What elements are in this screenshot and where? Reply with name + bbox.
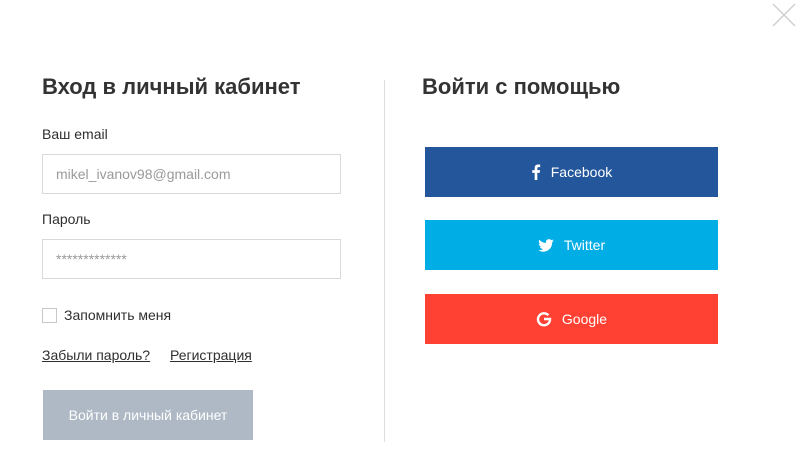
remember-checkbox[interactable] bbox=[42, 307, 57, 323]
login-submit-button[interactable]: Войти в личный кабинет bbox=[43, 390, 253, 440]
remember-label: Запомнить меня bbox=[64, 307, 172, 323]
close-icon bbox=[772, 3, 796, 27]
facebook-label: Facebook bbox=[550, 164, 613, 180]
close-button[interactable] bbox=[771, 2, 797, 28]
register-link[interactable]: Регистрация bbox=[170, 347, 252, 363]
google-label: Google bbox=[561, 311, 608, 327]
remember-me[interactable]: Запомнить меня bbox=[42, 307, 171, 323]
email-label: Ваш email bbox=[42, 126, 108, 142]
twitter-icon bbox=[538, 238, 554, 252]
twitter-label: Twitter bbox=[563, 237, 606, 253]
email-field[interactable] bbox=[42, 154, 341, 194]
divider bbox=[384, 80, 385, 442]
facebook-button[interactable]: Facebook bbox=[425, 147, 718, 197]
password-field[interactable] bbox=[42, 239, 341, 279]
google-button[interactable]: Google bbox=[425, 294, 718, 344]
google-icon bbox=[536, 312, 552, 327]
forgot-password-link[interactable]: Забыли пароль? bbox=[42, 347, 150, 363]
login-title: Вход в личный кабинет bbox=[42, 74, 301, 99]
facebook-icon bbox=[532, 164, 540, 180]
password-label: Пароль bbox=[42, 211, 91, 227]
twitter-button[interactable]: Twitter bbox=[425, 220, 718, 270]
social-title: Войти с помощью bbox=[422, 74, 621, 99]
